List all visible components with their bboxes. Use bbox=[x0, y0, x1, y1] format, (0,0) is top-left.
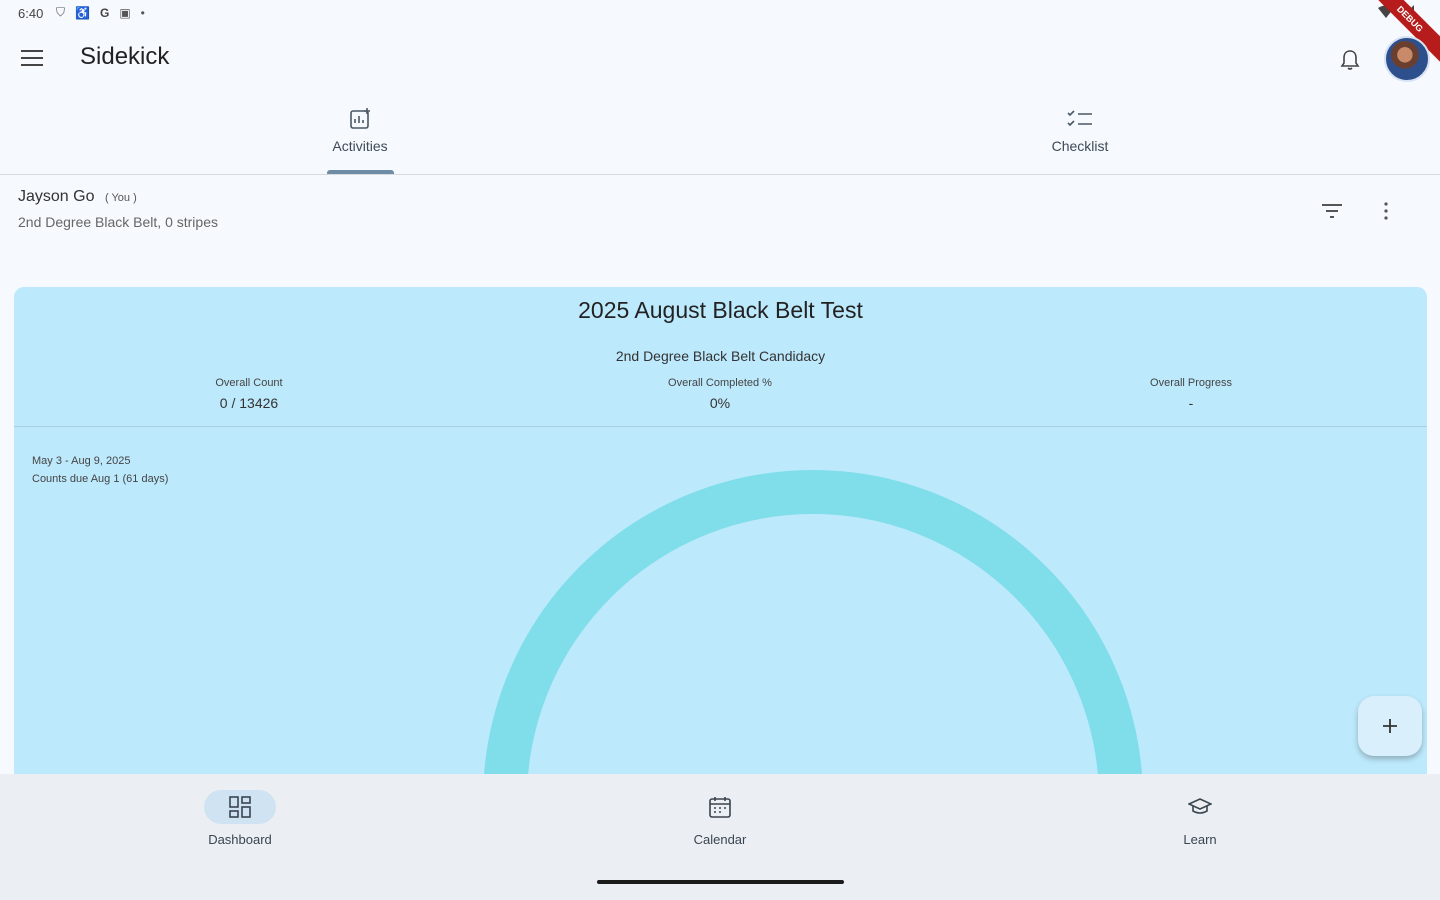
member-you-tag: ( You ) bbox=[104, 192, 137, 204]
member-rank: 2nd Degree Black Belt, 0 stripes bbox=[18, 214, 218, 230]
nav-calendar-label: Calendar bbox=[693, 832, 747, 847]
stat-overall-progress: Overall Progress - bbox=[1071, 377, 1311, 411]
active-tab-indicator bbox=[327, 170, 394, 174]
more-vert-icon bbox=[1384, 202, 1388, 220]
stat-overall-count: Overall Count 0 / 13426 bbox=[129, 377, 369, 411]
member-name: Jayson Go bbox=[18, 188, 95, 205]
home-indicator bbox=[597, 880, 844, 884]
test-card[interactable]: 2025 August Black Belt Test 2nd Degree B… bbox=[14, 287, 1427, 800]
accessibility-icon: ♿ bbox=[75, 5, 90, 20]
stat-label: Overall Count bbox=[215, 377, 283, 389]
tab-bar: Activities Checklist bbox=[0, 96, 1440, 175]
status-time: 6:40 bbox=[18, 6, 44, 21]
nav-dashboard[interactable]: Dashboard bbox=[140, 790, 340, 847]
notifications-button[interactable] bbox=[1332, 42, 1368, 78]
card-title: 2025 August Black Belt Test bbox=[578, 297, 863, 323]
bell-icon bbox=[1340, 50, 1360, 70]
add-button[interactable] bbox=[1358, 696, 1422, 756]
screen-icon: ▣ bbox=[119, 5, 131, 20]
stat-label: Overall Completed % bbox=[668, 377, 772, 389]
stat-value: 0 / 13426 bbox=[219, 395, 279, 411]
checklist-icon bbox=[1067, 110, 1092, 127]
status-bar: 6:40 ⛉ ♿ G ▣ • DEBUG bbox=[0, 0, 1440, 68]
avatar[interactable] bbox=[1384, 36, 1430, 82]
card-divider bbox=[14, 426, 1427, 427]
app-bar: Sidekick bbox=[0, 28, 1440, 88]
google-icon: G bbox=[99, 5, 110, 20]
tab-checklist-label: Checklist bbox=[1051, 138, 1109, 154]
tab-activities[interactable]: Activities bbox=[0, 96, 720, 174]
school-icon bbox=[1188, 798, 1212, 814]
plus-icon bbox=[1383, 719, 1397, 733]
tab-checklist[interactable]: Checklist bbox=[720, 96, 1440, 174]
filter-icon bbox=[1322, 204, 1342, 218]
status-icons: ⛉ ♿ G ▣ • bbox=[56, 5, 145, 20]
gauge-track bbox=[483, 470, 1143, 800]
filter-button[interactable] bbox=[1314, 193, 1350, 229]
calendar-icon bbox=[709, 797, 731, 818]
stat-label: Overall Progress bbox=[1150, 377, 1232, 389]
more-options-button[interactable] bbox=[1368, 193, 1404, 229]
tab-activities-label: Activities bbox=[332, 138, 388, 154]
dot-icon: • bbox=[140, 5, 145, 20]
stat-value: 0% bbox=[709, 395, 731, 411]
card-subtitle: 2nd Degree Black Belt Candidacy bbox=[615, 348, 826, 364]
shield-icon: ⛉ bbox=[56, 5, 66, 19]
nav-calendar[interactable]: Calendar bbox=[620, 790, 820, 847]
member-info: Jayson Go ( You ) 2nd Degree Black Belt,… bbox=[18, 188, 218, 230]
counts-due: Counts due Aug 1 (61 days) bbox=[32, 473, 169, 485]
nav-learn-label: Learn bbox=[1183, 832, 1217, 847]
stat-completed-percent: Overall Completed % 0% bbox=[600, 377, 840, 411]
menu-button[interactable] bbox=[14, 40, 50, 76]
date-range: May 3 - Aug 9, 2025 bbox=[32, 455, 131, 467]
nav-learn[interactable]: Learn bbox=[1100, 790, 1300, 847]
nav-dashboard-label: Dashboard bbox=[208, 832, 272, 847]
stat-value: - bbox=[1188, 395, 1194, 411]
dashboard-icon bbox=[229, 796, 251, 818]
activities-icon bbox=[350, 108, 370, 129]
menu-icon bbox=[21, 50, 43, 66]
app-title: Sidekick bbox=[80, 43, 170, 70]
